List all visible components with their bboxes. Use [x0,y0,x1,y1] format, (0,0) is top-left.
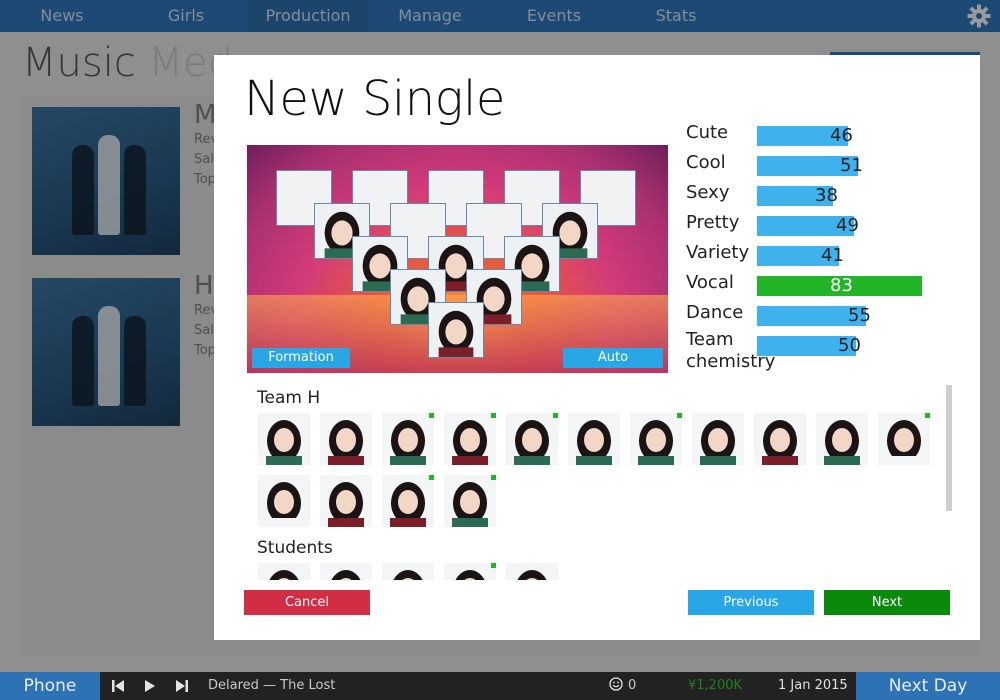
member-thumbnail[interactable] [878,413,930,465]
previous-button[interactable]: Previous [688,590,814,615]
auto-button[interactable]: Auto [563,348,663,368]
group-title: Students [257,538,333,558]
selected-indicator [429,475,434,480]
stat-value: 49 [836,215,859,236]
selected-indicator [491,475,496,480]
next-day-button[interactable]: Next Day [856,672,1000,700]
member-thumbnail[interactable] [258,475,310,527]
stat-value: 83 [830,275,853,296]
dialog-title: New Single [244,71,505,127]
phone-button[interactable]: Phone [0,672,100,700]
single-stats-panel: Cute 46 Cool 51 Sexy 38 Pretty 49 Variet… [686,119,966,379]
selected-indicator [677,413,682,418]
skip-forward-icon[interactable] [174,678,190,694]
formation-stage: Formation Auto [247,145,668,373]
member-thumbnail[interactable] [382,475,434,527]
member-thumbnail[interactable] [568,413,620,465]
member-thumbnail[interactable] [754,413,806,465]
member-roster: Team H Students [244,385,944,580]
stat-row-team-chemistry: Team chemistry 50 [686,329,861,372]
group-title: Team H [257,388,321,408]
selected-indicator [429,413,434,418]
member-thumbnail[interactable] [320,413,372,465]
stat-row-vocal: Vocal 83 [686,269,966,299]
formation-slot-center[interactable] [428,302,484,358]
stat-row-variety: Variety 41 [686,242,844,266]
money-display: ¥1,200K [688,678,743,693]
stat-row-sexy: Sexy 38 [686,182,838,206]
smile-icon [609,672,623,700]
stat-value: 55 [848,305,871,326]
stat-row-cute: Cute 46 [686,122,853,146]
formation-button[interactable]: Formation [252,348,350,368]
selected-indicator [491,413,496,418]
member-thumbnail[interactable] [320,475,372,527]
stat-value: 51 [840,155,863,176]
member-thumbnail[interactable] [816,413,868,465]
stat-row-cool: Cool 51 [686,152,863,176]
cancel-button[interactable]: Cancel [244,590,370,615]
current-date: 1 Jan 2015 [778,678,848,693]
now-playing-track: Delared — The Lost [208,678,336,693]
play-icon[interactable] [142,678,158,694]
member-thumbnail[interactable] [258,563,310,580]
fans-count: 0 [628,678,637,693]
status-bar: Phone Delared — The Lost 0 ¥1,200K 1 Jan… [0,672,1000,700]
stat-value: 38 [815,185,838,206]
next-button[interactable]: Next [824,590,950,615]
selected-indicator [491,563,496,568]
member-thumbnail[interactable] [692,413,744,465]
stat-row-dance: Dance 55 [686,302,871,326]
member-thumbnail[interactable] [320,563,372,580]
member-thumbnail[interactable] [258,413,310,465]
roster-scrollbar[interactable] [946,385,952,511]
member-thumbnail[interactable] [444,563,496,580]
member-thumbnail[interactable] [630,413,682,465]
stat-value: 46 [830,125,853,146]
selected-indicator [925,413,930,418]
member-thumbnail[interactable] [444,475,496,527]
stat-row-pretty: Pretty 49 [686,212,859,236]
stat-value: 50 [838,335,861,356]
member-thumbnail[interactable] [444,413,496,465]
member-thumbnail[interactable] [506,563,558,580]
member-thumbnail[interactable] [506,413,558,465]
skip-back-icon[interactable] [110,678,126,694]
selected-indicator [553,413,558,418]
stat-value: 41 [821,245,844,266]
new-single-dialog: New Single Formation Auto Cute 46 Cool 5… [214,55,980,640]
member-thumbnail[interactable] [382,563,434,580]
member-thumbnail[interactable] [382,413,434,465]
